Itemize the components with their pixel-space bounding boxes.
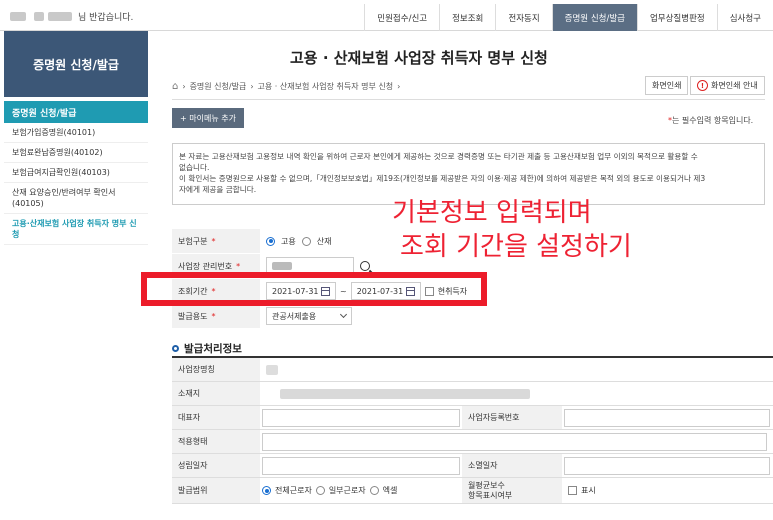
founded-date-field[interactable] [262,456,460,475]
breadcrumb-item[interactable]: 증명원 신청/발급 [190,81,247,92]
sidebar-item-insurance-join[interactable]: 보험가입증명원(40101) [4,123,148,143]
radio-employment-label: 고용 [281,236,296,246]
address-label: 소재지 [172,382,260,405]
chevron-down-icon [339,310,348,319]
blurred-text [34,12,44,21]
search-icon[interactable] [360,261,370,271]
nav-item-certificate[interactable]: 증명원 신청/발급 [551,4,637,31]
ceo-field[interactable] [262,408,460,427]
radio-excel[interactable] [369,486,379,495]
home-icon[interactable]: ⌂ [172,81,178,92]
radio-all-workers-label: 전체근로자 [275,486,312,495]
radio-excel-label: 엑셀 [382,486,398,495]
breadcrumb: ⌂ › 증명원 신청/발급 › 고용 · 산재보험 사업장 취득자 명부 신청 … [172,81,400,92]
nav-item-info-lookup[interactable]: 정보조회 [439,4,495,31]
radio-industrial[interactable] [301,236,311,246]
closed-date-label: 소멸일자 [462,454,562,477]
show-avg-wage-label: 표시 [581,486,596,495]
overlay-caption-1: 기본정보 입력되며 [392,198,592,228]
radio-industrial-label: 산재 [316,236,332,246]
sidebar-item-premium-paid[interactable]: 보험료완납증명원(40102) [4,143,148,163]
avg-wage-label: 월평균보수 항목표시여부 [462,478,562,503]
print-guide-button[interactable]: ! 화면인쇄 안내 [690,76,765,95]
top-bar: 님 반갑습니다. 민원접수/신고 정보조회 전자동지 증명원 신청/발급 업무상… [0,0,773,31]
nav-item-review-request[interactable]: 심사청구 [716,4,773,31]
radio-some-workers-label: 일부근로자 [328,486,366,495]
ceo-label: 대표자 [172,406,260,429]
chevron-right-icon: › [250,82,254,91]
nav-item-civil-petition[interactable]: 민원접수/신고 [364,4,439,31]
divider [172,99,765,100]
insurance-type-label: 보험구분 * [172,229,260,253]
founded-date-label: 성립일자 [172,454,260,477]
notice-line: 없습니다. [179,163,210,172]
period-highlight-box [141,272,487,306]
sidebar-section[interactable]: 증명원 신청/발급 [4,101,148,123]
biz-name-label: 사업장명칭 [172,358,260,381]
blurred-biz-no [272,262,292,270]
main-nav: 민원접수/신고 정보조회 전자동지 증명원 신청/발급 업무상질병판정 심사청구 [364,4,773,31]
applied-type-label: 적용형태 [172,430,260,453]
required-note: *는 필수입력 항목입니다. [668,116,754,125]
sidebar-item-benefit-paid[interactable]: 보험급여지급확인원(40103) [4,163,148,183]
add-my-menu-button[interactable]: + 마이메뉴 추가 [172,108,244,128]
show-avg-wage-checkbox[interactable] [568,486,577,495]
purpose-select[interactable]: 관공서제출용 [266,307,352,325]
breadcrumb-item[interactable]: 고용 · 산재보험 사업장 취득자 명부 신청 [258,81,394,92]
sidebar-title: 증명원 신청/발급 [4,31,148,97]
alert-icon: ! [697,80,708,91]
print-guide-label: 화면인쇄 안내 [711,81,758,90]
notice-line: 본 자료는 고용산재보험 고용정보 내역 확인을 위하여 근로자 본인에게 제공… [179,152,698,161]
applied-type-field[interactable] [262,432,767,451]
purpose-label: 발급용도 * [172,304,260,328]
closed-date-field[interactable] [564,456,770,475]
page-title: 고용 · 산재보험 사업장 취득자 명부 신청 [290,49,548,67]
blurred-username [48,12,72,21]
overlay-caption-2: 조회 기간을 설정하기 [400,232,632,262]
greeting-text: 님 반갑습니다. [78,13,134,23]
issue-scope-label: 발급범위 [172,478,260,503]
chevron-right-icon: › [397,82,401,91]
radio-all-workers[interactable] [262,486,271,495]
blurred-address [280,388,530,399]
issue-section-title: 발급처리정보 [172,341,242,356]
nav-item-disease-judgement[interactable]: 업무상질병판정 [636,4,717,31]
sidebar-list: 보험가입증명원(40101) 보험료완납증명원(40102) 보험급여지급확인원… [4,123,148,245]
radio-some-workers[interactable] [315,486,325,495]
blurred-biz-name [266,364,278,375]
greeting: 님 반갑습니다. [10,10,133,23]
sidebar-item-care-approval[interactable]: 산재 요양승인/반려여부 확인서 (40105) [4,183,148,214]
radio-employment[interactable] [266,236,275,246]
notice-line: 이 확인서는 증명원으로 사용할 수 없으며,「개인정보보호법」제19조(개인정… [179,174,706,183]
blurred-avatar [10,12,26,21]
sidebar-item-acquirer-list[interactable]: 고용·산재보험 사업장 취득자 명부 신청 [4,214,148,245]
reg-no-field[interactable] [564,408,770,427]
bullet-icon [172,345,179,352]
nav-item-e-notice[interactable]: 전자동지 [495,4,551,31]
chevron-right-icon: › [182,82,186,91]
reg-no-label: 사업자등록번호 [462,406,562,429]
issue-form: 사업장명칭 소재지 대표자 사업자등록번호 적용형태 성립일자 소멸일자 발급범… [172,356,773,504]
print-button[interactable]: 화면인쇄 [645,76,689,95]
